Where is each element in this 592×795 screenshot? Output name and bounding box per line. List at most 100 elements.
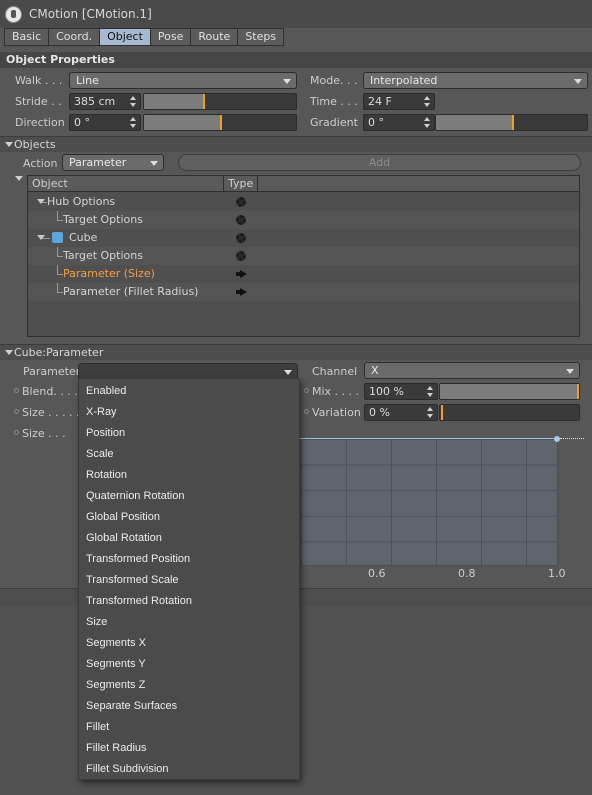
row-label: Cube <box>69 231 98 244</box>
mix-slider[interactable] <box>439 383 580 400</box>
spline-curve <box>300 438 558 439</box>
objects-table: Object Type Hub Options Target Options C… <box>27 175 580 337</box>
tab-coord[interactable]: Coord. <box>48 28 101 46</box>
spinner-arrows-icon[interactable] <box>130 117 136 128</box>
tree-line <box>42 238 50 239</box>
menu-item-global-position[interactable]: Global Position <box>86 507 160 528</box>
variation-slider-knob[interactable] <box>441 405 443 420</box>
menu-item-position[interactable]: Position <box>86 423 125 444</box>
chevron-down-icon <box>284 370 292 375</box>
variation-field[interactable]: 0 % <box>364 404 438 421</box>
tab-object[interactable]: Object <box>99 28 151 46</box>
action-dropdown[interactable]: Parameter <box>62 154 164 171</box>
variation-slider[interactable] <box>439 404 580 421</box>
gear-icon <box>236 251 246 261</box>
spinner-arrows-icon[interactable] <box>427 407 433 418</box>
tab-route[interactable]: Route <box>190 28 239 46</box>
menu-item-global-rotation[interactable]: Global Rotation <box>86 528 162 549</box>
menu-item-segments-y[interactable]: Segments Y <box>86 654 146 675</box>
menu-item-segments-x[interactable]: Segments X <box>86 633 146 654</box>
arrow-right-icon <box>236 270 247 278</box>
table-row[interactable]: Parameter (Fillet Radius) <box>28 283 579 301</box>
size-spline-label: Size . . . <box>22 427 66 440</box>
collapse-triangle-icon[interactable] <box>5 142 13 147</box>
spline-extension <box>560 438 584 439</box>
menu-item-transformed-rotation[interactable]: Transformed Rotation <box>86 591 192 612</box>
menu-item-transformed-position[interactable]: Transformed Position <box>86 549 190 570</box>
direction-slider[interactable] <box>143 114 297 131</box>
spinner-arrows-icon[interactable] <box>130 96 136 107</box>
stride-label: Stride . . <box>15 95 62 108</box>
menu-item-fillet[interactable]: Fillet <box>86 717 109 738</box>
channel-dropdown[interactable]: X <box>364 362 580 379</box>
menu-item-enabled[interactable]: Enabled <box>86 381 126 402</box>
stride-slider-knob[interactable] <box>203 94 205 109</box>
animation-dot-icon[interactable] <box>304 388 309 393</box>
column-object[interactable]: Object <box>32 177 68 190</box>
menu-item-segments-z[interactable]: Segments Z <box>86 675 145 696</box>
tab-pose[interactable]: Pose <box>149 28 192 46</box>
tab-steps[interactable]: Steps <box>237 28 285 46</box>
spinner-arrows-icon[interactable] <box>424 96 430 107</box>
column-type[interactable]: Type <box>228 177 253 190</box>
tab-bar: Basic Coord. Object Pose Route Steps <box>4 28 285 46</box>
mix-field[interactable]: 100 % <box>364 383 438 400</box>
stride-slider[interactable] <box>143 93 297 110</box>
cube-parameter-header[interactable]: Cube:Parameter <box>0 344 592 360</box>
spinner-arrows-icon[interactable] <box>424 117 430 128</box>
row-label: Hub Options <box>47 195 116 208</box>
table-row[interactable]: Cube <box>28 229 579 247</box>
animation-dot-icon[interactable] <box>304 409 309 414</box>
animation-dot-icon[interactable] <box>14 430 19 435</box>
walk-dropdown[interactable]: Line <box>69 72 297 89</box>
objects-header[interactable]: Objects <box>0 136 592 152</box>
tab-basic[interactable]: Basic <box>4 28 50 46</box>
collapse-triangle-icon[interactable] <box>5 350 13 355</box>
row-label: Target Options <box>63 213 143 226</box>
object-properties-header: Object Properties <box>0 52 592 68</box>
graph-tick-label: 0.8 <box>458 567 476 580</box>
gradient-label: Gradient <box>310 116 358 129</box>
menu-item-x-ray[interactable]: X-Ray <box>86 402 117 423</box>
spinner-arrows-icon[interactable] <box>427 386 433 397</box>
gradient-field[interactable]: 0 ° <box>363 114 435 131</box>
table-row[interactable]: Target Options <box>28 211 579 229</box>
menu-item-scale[interactable]: Scale <box>86 444 114 465</box>
objects-header-label: Objects <box>14 138 56 151</box>
menu-item-transformed-scale[interactable]: Transformed Scale <box>86 570 179 591</box>
mode-dropdown[interactable]: Interpolated <box>363 72 588 89</box>
gradient-slider[interactable] <box>435 114 588 131</box>
table-row[interactable]: Target Options <box>28 247 579 265</box>
menu-item-quaternion-rotation[interactable]: Quaternion Rotation <box>86 486 184 507</box>
direction-label: Direction <box>15 116 65 129</box>
mix-slider-knob[interactable] <box>577 384 579 399</box>
column-divider[interactable] <box>223 176 224 192</box>
menu-item-fillet-subdivision[interactable]: Fillet Subdivision <box>86 759 169 780</box>
chevron-down-icon <box>566 369 574 374</box>
menu-item-separate-surfaces[interactable]: Separate Surfaces <box>86 696 177 717</box>
table-row[interactable]: Hub Options <box>28 193 579 211</box>
column-divider[interactable] <box>257 176 258 192</box>
table-row[interactable]: Parameter (Size) <box>28 265 579 283</box>
animation-dot-icon[interactable] <box>14 409 19 414</box>
spline-graph[interactable] <box>300 438 558 566</box>
add-button[interactable]: Add <box>178 154 581 171</box>
direction-field[interactable]: 0 ° <box>69 114 141 131</box>
row-label: Target Options <box>63 249 143 262</box>
stride-field[interactable]: 385 cm <box>69 93 141 110</box>
mix-slider-fill <box>440 384 579 399</box>
gradient-slider-knob[interactable] <box>512 115 514 130</box>
direction-slider-knob[interactable] <box>220 115 222 130</box>
menu-item-rotation[interactable]: Rotation <box>86 465 127 486</box>
table-collapse-icon[interactable] <box>15 176 23 181</box>
menu-item-fillet-radius[interactable]: Fillet Radius <box>86 738 147 759</box>
cube-parameter-header-label: Cube:Parameter <box>14 346 104 359</box>
chevron-down-icon <box>150 161 158 166</box>
animation-dot-icon[interactable] <box>14 388 19 393</box>
menu-item-size[interactable]: Size <box>86 612 107 633</box>
direction-slider-fill <box>144 115 221 130</box>
chevron-down-icon <box>283 79 291 84</box>
cmotion-icon <box>5 6 22 23</box>
time-field[interactable]: 24 F <box>363 93 435 110</box>
spline-point[interactable] <box>554 436 560 442</box>
